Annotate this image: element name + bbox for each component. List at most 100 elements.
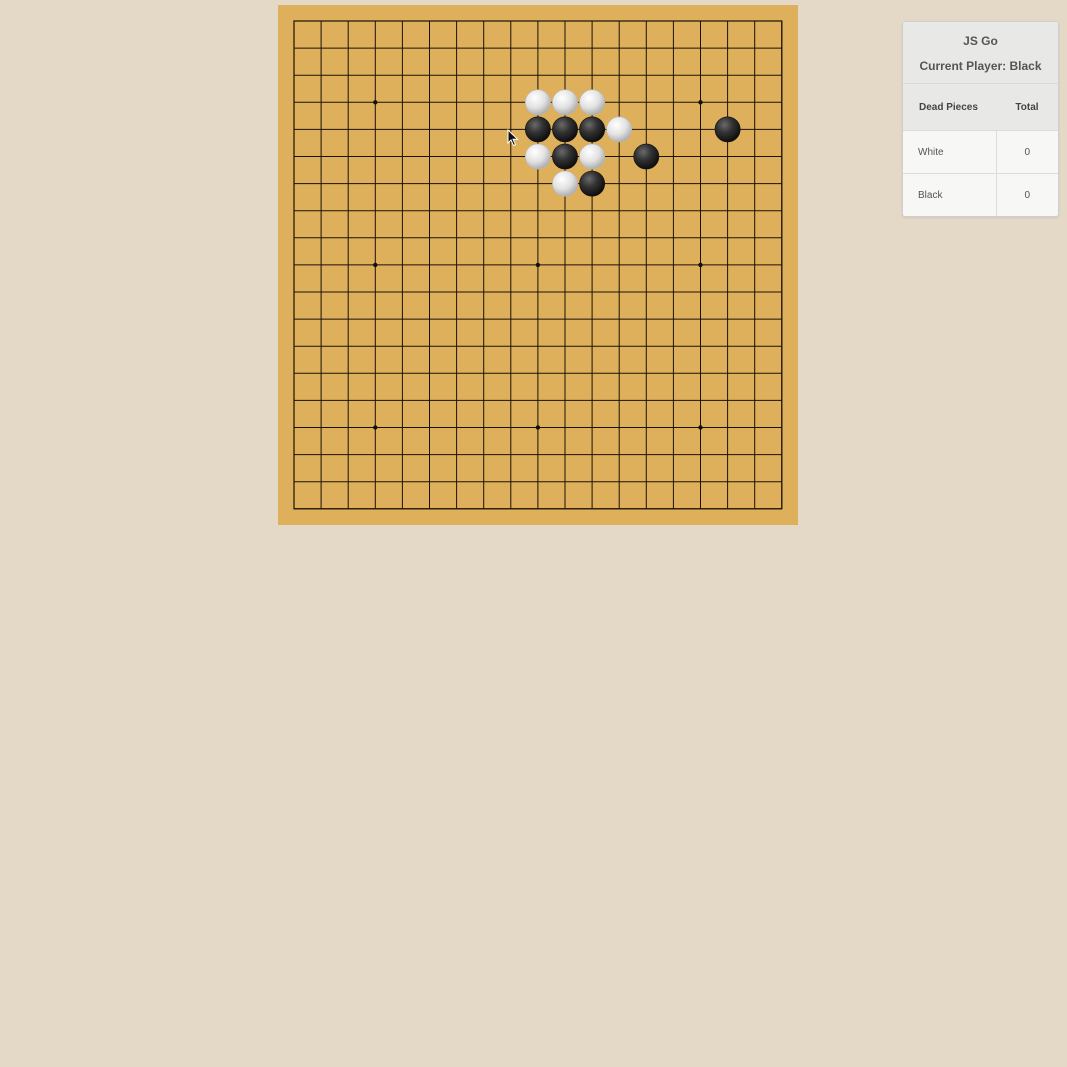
board-intersection[interactable] xyxy=(417,90,442,115)
board-intersection[interactable] xyxy=(390,388,415,413)
board-intersection[interactable] xyxy=(417,8,442,33)
board-intersection[interactable] xyxy=(444,361,469,386)
board-intersection[interactable] xyxy=(552,63,577,88)
board-intersection[interactable] xyxy=(688,90,713,115)
board-intersection[interactable] xyxy=(769,252,794,277)
board-intersection[interactable] xyxy=(769,144,794,169)
board-intersection[interactable] xyxy=(444,279,469,304)
board-intersection[interactable] xyxy=(309,361,334,386)
board-intersection[interactable] xyxy=(471,90,496,115)
board-intersection[interactable] xyxy=(661,388,686,413)
board-intersection[interactable] xyxy=(580,361,605,386)
board-intersection[interactable] xyxy=(444,63,469,88)
board-intersection[interactable] xyxy=(525,8,550,33)
board-intersection[interactable] xyxy=(525,36,550,61)
board-intersection[interactable] xyxy=(715,8,740,33)
board-intersection[interactable] xyxy=(769,63,794,88)
board-intersection[interactable] xyxy=(336,307,361,332)
board-intersection[interactable] xyxy=(607,442,632,467)
board-intersection[interactable] xyxy=(769,469,794,494)
board-intersection[interactable] xyxy=(742,496,767,521)
board-intersection[interactable] xyxy=(281,469,306,494)
board-intersection[interactable] xyxy=(769,90,794,115)
board-intersection[interactable] xyxy=(498,415,523,440)
board-intersection[interactable] xyxy=(742,334,767,359)
board-intersection[interactable] xyxy=(552,415,577,440)
board-intersection[interactable] xyxy=(309,252,334,277)
board-intersection[interactable] xyxy=(742,361,767,386)
board-intersection[interactable] xyxy=(498,252,523,277)
board-intersection[interactable] xyxy=(715,415,740,440)
board-intersection[interactable] xyxy=(580,496,605,521)
board-intersection[interactable] xyxy=(742,307,767,332)
board-intersection[interactable] xyxy=(552,388,577,413)
board-intersection[interactable] xyxy=(525,252,550,277)
board-intersection[interactable] xyxy=(281,415,306,440)
board-intersection[interactable] xyxy=(498,63,523,88)
board-intersection[interactable] xyxy=(309,144,334,169)
board-intersection[interactable] xyxy=(363,252,388,277)
board-intersection[interactable] xyxy=(607,225,632,250)
board-intersection[interactable] xyxy=(688,63,713,88)
board-intersection[interactable] xyxy=(742,415,767,440)
board-intersection[interactable] xyxy=(281,334,306,359)
board-intersection[interactable] xyxy=(634,334,659,359)
board-intersection[interactable] xyxy=(661,334,686,359)
board-intersection[interactable] xyxy=(580,415,605,440)
board-intersection[interactable] xyxy=(336,415,361,440)
board-intersection[interactable] xyxy=(390,252,415,277)
board-intersection[interactable] xyxy=(742,36,767,61)
board-intersection[interactable] xyxy=(363,442,388,467)
board-intersection[interactable] xyxy=(688,361,713,386)
board-intersection[interactable] xyxy=(471,361,496,386)
board-intersection[interactable] xyxy=(444,144,469,169)
board-intersection[interactable] xyxy=(309,279,334,304)
board-intersection[interactable] xyxy=(336,334,361,359)
board-intersection[interactable] xyxy=(525,198,550,223)
board-intersection[interactable] xyxy=(715,144,740,169)
board-intersection[interactable] xyxy=(661,307,686,332)
board-intersection[interactable] xyxy=(336,63,361,88)
board-intersection[interactable] xyxy=(498,469,523,494)
board-intersection[interactable] xyxy=(390,469,415,494)
board-intersection[interactable] xyxy=(607,36,632,61)
board-intersection[interactable] xyxy=(444,36,469,61)
board-intersection[interactable] xyxy=(688,252,713,277)
board-intersection[interactable] xyxy=(525,334,550,359)
board-intersection[interactable] xyxy=(525,388,550,413)
board-intersection[interactable] xyxy=(444,8,469,33)
board-intersection[interactable] xyxy=(769,171,794,196)
board-intersection[interactable] xyxy=(607,63,632,88)
board-intersection[interactable] xyxy=(661,361,686,386)
board-intersection[interactable] xyxy=(580,469,605,494)
board-intersection[interactable] xyxy=(281,225,306,250)
board-intersection[interactable] xyxy=(661,252,686,277)
board-intersection[interactable] xyxy=(634,496,659,521)
board-intersection[interactable] xyxy=(309,469,334,494)
board-intersection[interactable] xyxy=(552,307,577,332)
board-intersection[interactable] xyxy=(390,225,415,250)
board-intersection[interactable] xyxy=(688,198,713,223)
board-intersection[interactable] xyxy=(281,442,306,467)
board-intersection[interactable] xyxy=(688,415,713,440)
board-intersection[interactable] xyxy=(498,496,523,521)
board-intersection[interactable] xyxy=(417,144,442,169)
board-intersection[interactable] xyxy=(498,90,523,115)
board-intersection[interactable] xyxy=(281,279,306,304)
board-intersection[interactable] xyxy=(661,442,686,467)
board-intersection[interactable] xyxy=(661,117,686,142)
board-intersection[interactable] xyxy=(607,90,632,115)
board-intersection[interactable] xyxy=(688,388,713,413)
board-intersection[interactable] xyxy=(390,415,415,440)
board-intersection[interactable] xyxy=(471,171,496,196)
board-intersection[interactable] xyxy=(417,496,442,521)
board-intersection[interactable] xyxy=(607,252,632,277)
board-intersection[interactable] xyxy=(580,442,605,467)
board-intersection[interactable] xyxy=(742,90,767,115)
board-intersection[interactable] xyxy=(607,144,632,169)
board-intersection[interactable] xyxy=(444,469,469,494)
board-intersection[interactable] xyxy=(661,36,686,61)
board-intersection[interactable] xyxy=(634,225,659,250)
board-intersection[interactable] xyxy=(607,388,632,413)
board-intersection[interactable] xyxy=(607,171,632,196)
